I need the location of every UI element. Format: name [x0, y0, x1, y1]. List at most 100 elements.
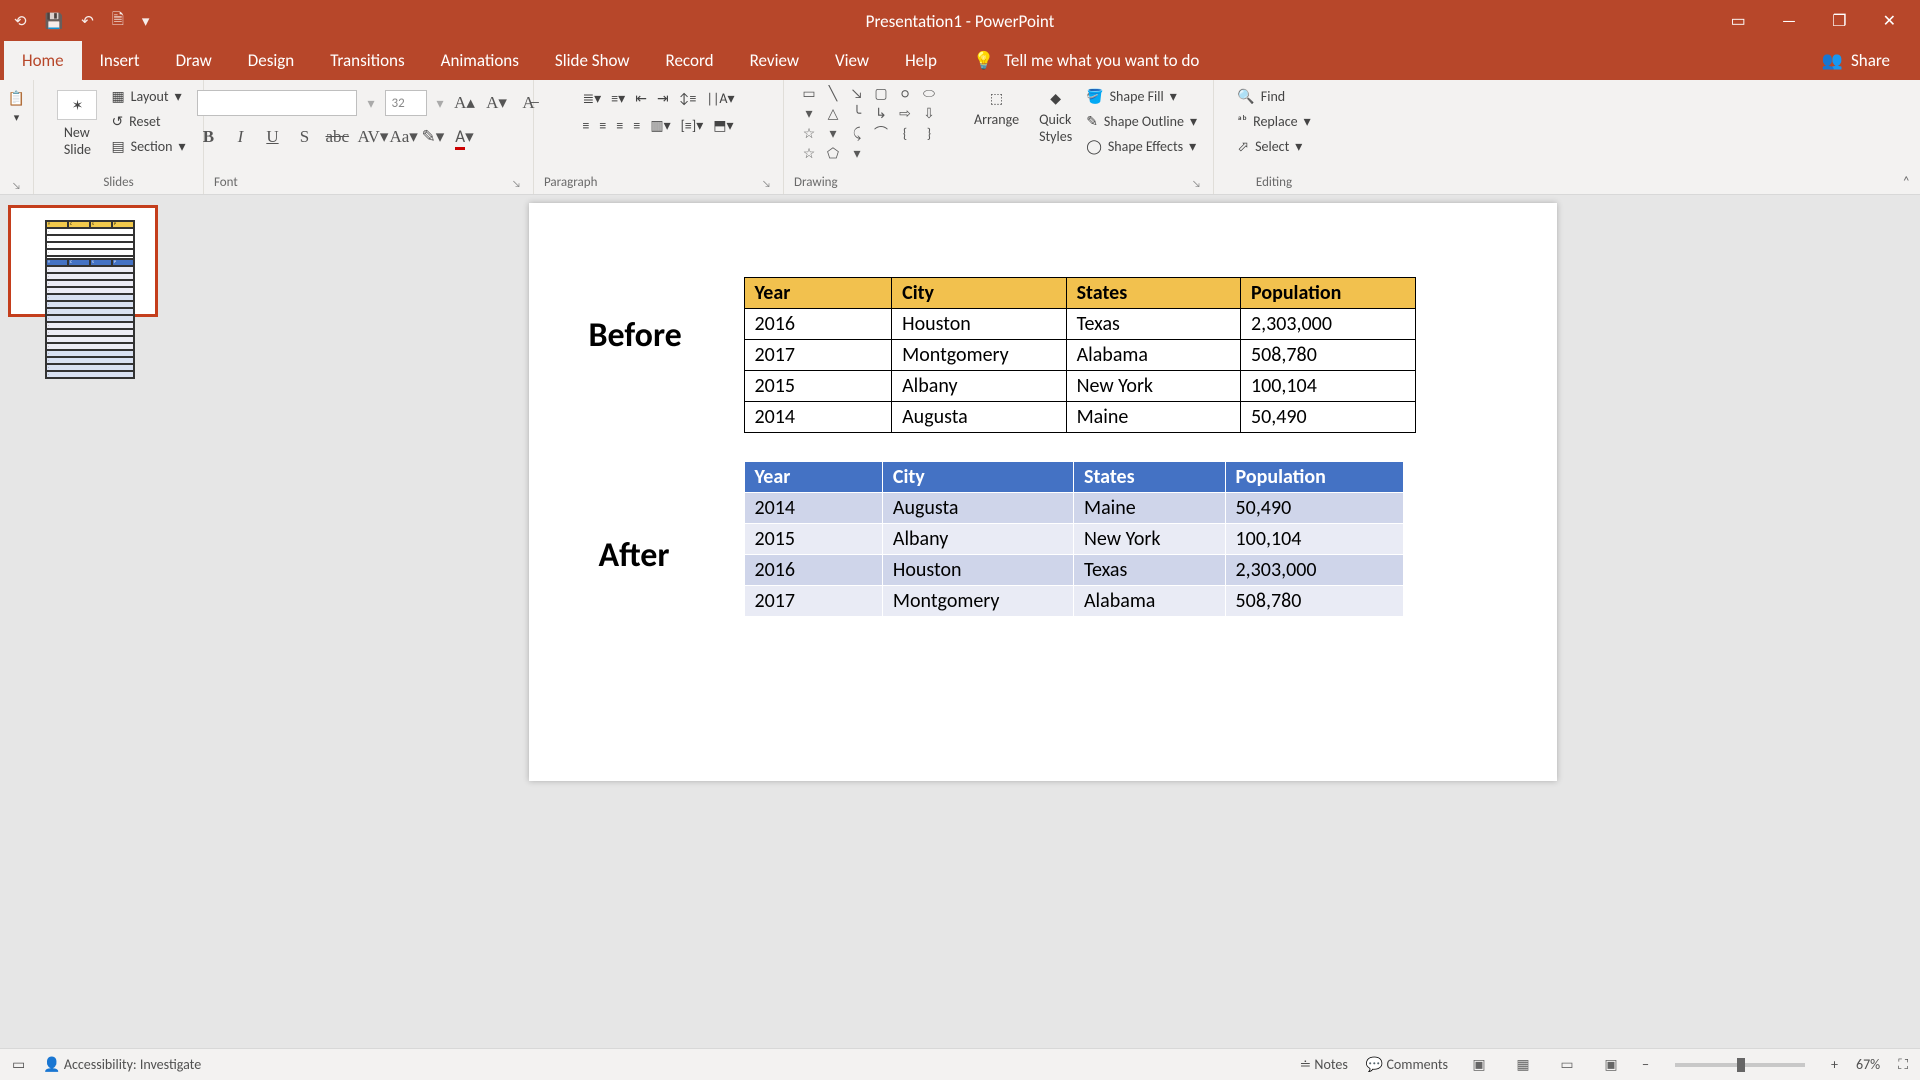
find-button[interactable]: 🔍Find: [1237, 86, 1285, 107]
notes-button[interactable]: ≐ Notes: [1300, 1056, 1348, 1073]
autosave-toggle[interactable]: ⟲: [14, 12, 27, 31]
decrease-indent-button[interactable]: ⇤: [635, 90, 647, 107]
highlight-button[interactable]: ✎▾: [421, 127, 443, 147]
arrange-icon: ⬚: [990, 90, 1003, 107]
tab-transitions[interactable]: Transitions: [312, 41, 422, 80]
comments-button[interactable]: 💬 Comments: [1366, 1056, 1448, 1073]
collapse-ribbon-icon[interactable]: ˄: [1902, 173, 1910, 190]
reading-view-icon[interactable]: ▭: [1554, 1056, 1580, 1073]
maximize-icon[interactable]: ❐: [1832, 11, 1846, 31]
font-color-button[interactable]: A▾: [453, 126, 475, 147]
bold-button[interactable]: B: [197, 127, 219, 147]
arrange-button[interactable]: ⬚Arrange: [968, 86, 1025, 132]
tab-home[interactable]: Home: [4, 41, 82, 80]
minimize-icon[interactable]: —: [1782, 12, 1796, 31]
tab-slideshow[interactable]: Slide Show: [537, 41, 648, 80]
shadow-button[interactable]: S: [293, 127, 315, 147]
tab-draw[interactable]: Draw: [158, 41, 230, 80]
undo-icon[interactable]: ↶: [81, 12, 94, 31]
paragraph-launcher-icon[interactable]: ↘: [762, 177, 773, 190]
sorter-view-icon[interactable]: ▦: [1510, 1056, 1536, 1073]
table-before[interactable]: Year City States Population 2016HoustonT…: [744, 277, 1416, 433]
justify-button[interactable]: ≡: [633, 117, 640, 134]
char-spacing-button[interactable]: AV▾: [357, 127, 379, 147]
table-after[interactable]: Year City States Population 2014AugustaM…: [744, 461, 1404, 617]
section-button[interactable]: ▤Section ▾: [111, 136, 185, 157]
replace-button[interactable]: ᵃᵇReplace ▾: [1237, 111, 1310, 132]
save-icon[interactable]: 💾: [45, 12, 64, 31]
tell-me-search[interactable]: 💡 Tell me what you want to do: [955, 41, 1217, 80]
align-center-button[interactable]: ≡: [599, 117, 606, 134]
new-slide-icon: ✶: [57, 90, 97, 120]
reset-button[interactable]: ↺Reset: [111, 111, 160, 132]
new-slide-button[interactable]: ✶ New Slide: [51, 86, 103, 162]
tab-view[interactable]: View: [817, 41, 887, 80]
change-case-button[interactable]: Aa▾: [389, 127, 411, 147]
zoom-level[interactable]: 67%: [1856, 1056, 1880, 1073]
group-drawing: ▭╲↘▢○⬭▾ △╰↳⇨⇩☆▾ ⤹⌒{}☆⬠▾ ⬚Arrange ◆Quick …: [784, 80, 1214, 194]
slide-indicator-icon[interactable]: ▭: [12, 1056, 25, 1073]
zoom-slider[interactable]: [1675, 1063, 1805, 1067]
normal-view-icon[interactable]: ▣: [1466, 1056, 1492, 1073]
th: City: [892, 278, 1066, 309]
numbering-button[interactable]: ≡▾: [611, 90, 625, 107]
select-button[interactable]: ⬀Select ▾: [1237, 136, 1302, 157]
slideshow-view-icon[interactable]: ▣: [1598, 1056, 1624, 1073]
line-spacing-button[interactable]: ↕≡: [679, 90, 697, 107]
label-after: After: [599, 535, 670, 576]
share-button[interactable]: 👥 Share: [1804, 41, 1908, 80]
ribbon: 📋▾ ↘ ✶ New Slide ▦Layout ▾ ↺Reset ▤Secti…: [0, 80, 1920, 195]
quick-styles-button[interactable]: ◆Quick Styles: [1033, 86, 1078, 149]
find-icon: 🔍: [1237, 88, 1254, 105]
accessibility-status[interactable]: 👤 Accessibility: Investigate: [43, 1056, 201, 1073]
tab-animations[interactable]: Animations: [423, 41, 537, 80]
smartart-button[interactable]: ⬒▾: [713, 117, 733, 134]
shape-effects-button[interactable]: ◯Shape Effects ▾: [1086, 136, 1196, 157]
text-direction-button[interactable]: ||A▾: [707, 90, 735, 107]
fit-to-window-icon[interactable]: ⛶: [1898, 1056, 1908, 1073]
ribbon-display-icon[interactable]: ▭: [1731, 11, 1746, 31]
section-icon: ▤: [111, 138, 124, 155]
redo-icon[interactable]: 🗎: [112, 9, 124, 34]
font-size-input[interactable]: 32: [385, 90, 427, 116]
group-paragraph-label: Paragraph: [544, 175, 597, 190]
align-text-button[interactable]: [≡]▾: [681, 117, 704, 134]
layout-button[interactable]: ▦Layout ▾: [111, 86, 181, 107]
group-clipboard: 📋▾ ↘: [0, 80, 34, 194]
shapes-gallery[interactable]: ▭╲↘▢○⬭▾ △╰↳⇨⇩☆▾ ⤹⌒{}☆⬠▾: [800, 86, 960, 160]
strike-button[interactable]: abc: [325, 127, 347, 147]
align-right-button[interactable]: ≡: [616, 117, 623, 134]
columns-button[interactable]: ▥▾: [650, 117, 670, 134]
tab-help[interactable]: Help: [887, 41, 955, 80]
font-launcher-icon[interactable]: ↘: [512, 177, 523, 190]
ribbon-tabs: Home Insert Draw Design Transitions Anim…: [0, 42, 1920, 80]
slide-1[interactable]: Before After Year City States Population…: [529, 203, 1557, 781]
zoom-in-button[interactable]: +: [1831, 1056, 1838, 1073]
increase-indent-button[interactable]: ⇥: [657, 90, 669, 107]
zoom-out-button[interactable]: −: [1642, 1056, 1649, 1073]
tab-record[interactable]: Record: [648, 41, 732, 80]
italic-button[interactable]: I: [229, 127, 251, 147]
tab-insert[interactable]: Insert: [82, 41, 158, 80]
accessibility-icon: 👤: [43, 1056, 60, 1073]
tab-design[interactable]: Design: [230, 41, 312, 80]
clipboard-launcher-icon[interactable]: ↘: [12, 179, 23, 192]
underline-button[interactable]: U: [261, 127, 283, 147]
close-icon[interactable]: ✕: [1883, 11, 1896, 31]
bullets-button[interactable]: ≣▾: [582, 90, 601, 107]
slide-thumbnail-1[interactable]: YCSP .... .... .... .... YCSP .... .... …: [8, 205, 158, 317]
drawing-launcher-icon[interactable]: ↘: [1192, 177, 1203, 190]
shape-outline-button[interactable]: ✎Shape Outline ▾: [1086, 111, 1197, 132]
qat-more-icon[interactable]: ▾: [142, 12, 150, 31]
increase-font-icon[interactable]: A▴: [454, 93, 476, 113]
tab-review[interactable]: Review: [732, 41, 817, 80]
quick-access-toolbar: ⟲ 💾 ↶ 🗎 ▾: [0, 9, 149, 34]
slide-canvas-area[interactable]: Before After Year City States Population…: [165, 195, 1920, 1048]
zoom-thumb[interactable]: [1737, 1058, 1745, 1072]
align-left-button[interactable]: ≡: [582, 117, 589, 134]
decrease-font-icon[interactable]: A▾: [486, 93, 508, 113]
shape-fill-button[interactable]: 🪣Shape Fill ▾: [1086, 86, 1177, 107]
font-name-input[interactable]: [197, 90, 357, 116]
paste-button[interactable]: 📋▾: [2, 86, 31, 128]
share-icon: 👥: [1822, 50, 1843, 71]
